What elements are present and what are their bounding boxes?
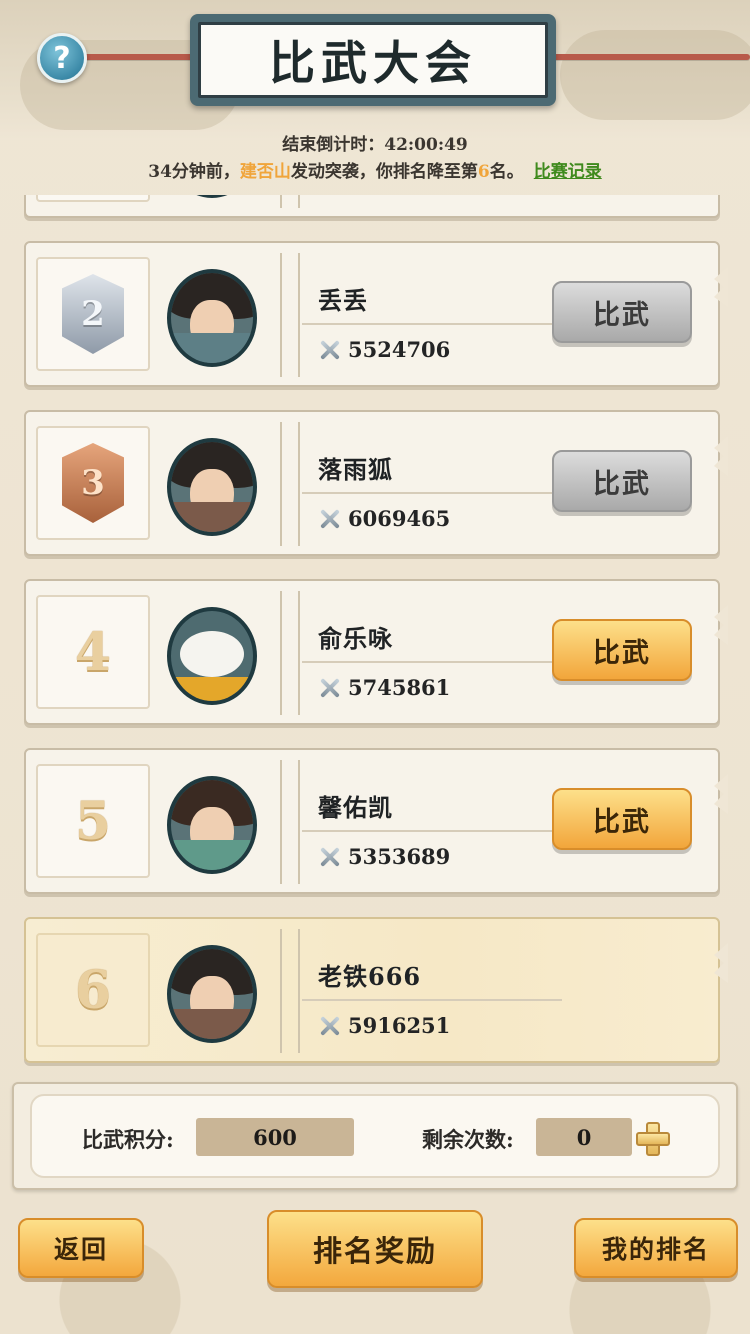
torn-edge-decoration: [714, 436, 728, 476]
divider: [302, 830, 562, 832]
divider: [302, 323, 562, 325]
my-ranking-row: 6 老铁666 5916251: [24, 917, 728, 1063]
news-rank: 6: [477, 162, 490, 182]
torn-edge-decoration: [714, 605, 728, 645]
add-attempts-icon[interactable]: [636, 1122, 670, 1156]
ranking-rewards-button[interactable]: 排名奖励: [267, 1210, 483, 1288]
rank-number: 6: [74, 959, 112, 1021]
news-ticker: 34分钟前，建否山发动突袭，你排名降至第6名。 比赛记录: [0, 157, 750, 182]
news-middle: 发动突袭，你排名降至第: [290, 162, 478, 182]
bronze-medal-icon: 3: [62, 443, 124, 523]
crossed-swords-icon: [318, 846, 342, 868]
player-name: 俞乐咏: [318, 624, 393, 653]
rank-badge: 5: [36, 764, 150, 878]
avatar[interactable]: [167, 607, 257, 705]
player-name: 丢丢: [318, 286, 368, 315]
match-record-link[interactable]: 比赛记录: [534, 162, 602, 182]
rank-badge: 6: [36, 933, 150, 1047]
divider: [302, 661, 562, 663]
ranking-row: 4 俞乐咏 5745861 比武: [24, 579, 728, 725]
rank-number: 5: [74, 790, 112, 852]
combat-power: 6069465: [318, 506, 450, 531]
ranking-row: 3 落雨狐 6069465 比武: [24, 410, 728, 556]
crossed-swords-icon: [318, 1015, 342, 1037]
cloud-decoration: [560, 30, 750, 120]
torn-edge-decoration: [714, 943, 728, 983]
challenge-button[interactable]: 比武: [552, 281, 692, 343]
avatar[interactable]: [167, 945, 257, 1043]
score-panel-inner: 比武积分: 600 剩余次数: 0: [30, 1094, 720, 1178]
rank-badge: 1: [36, 195, 150, 202]
rank-badge: 3: [36, 426, 150, 540]
torn-edge-decoration: [714, 774, 728, 814]
rank-number: 4: [74, 621, 112, 683]
challenge-button[interactable]: 比武: [552, 450, 692, 512]
player-name: 老铁666: [318, 962, 422, 991]
challenge-button[interactable]: 比武: [552, 788, 692, 850]
player-name: 馨佑凯: [318, 793, 393, 822]
crossed-swords-icon: [318, 677, 342, 699]
ranking-row: 2 丢丢 5524706 比武: [24, 241, 728, 387]
countdown-timer: 结束倒计时：42:00:49: [282, 135, 468, 155]
rank-badge: 4: [36, 595, 150, 709]
combat-power: 5353689: [318, 844, 450, 869]
title-frame: 比武大会: [198, 22, 548, 98]
rank-badge: 2: [36, 257, 150, 371]
challenge-button[interactable]: 比武: [552, 619, 692, 681]
page-title: 比武大会: [269, 36, 477, 90]
combat-power: 5524706: [318, 337, 450, 362]
combat-power: 5745861: [318, 675, 450, 700]
avatar[interactable]: [167, 269, 257, 367]
title-plate: 比武大会: [190, 14, 556, 106]
back-button[interactable]: 返回: [18, 1218, 144, 1278]
ranking-row: 1 5792451 比武: [24, 195, 720, 218]
divider: [302, 999, 562, 1001]
player-name: 落雨狐: [318, 455, 393, 484]
news-attacker: 建否山: [239, 162, 291, 182]
news-prefix: 34分钟前，: [148, 162, 240, 182]
avatar[interactable]: [167, 195, 257, 198]
my-ranking-button[interactable]: 我的排名: [574, 1218, 738, 1278]
score-panel: 比武积分: 600 剩余次数: 0: [12, 1082, 738, 1190]
remaining-attempts-value: 0: [536, 1118, 632, 1156]
points-label: 比武积分:: [82, 1127, 174, 1152]
silver-medal-icon: 2: [62, 274, 124, 354]
combat-power: 5916251: [318, 1013, 450, 1038]
player-info: 老铁666 5916251: [280, 929, 714, 1053]
avatar[interactable]: [167, 776, 257, 874]
points-value: 600: [196, 1118, 354, 1156]
remaining-attempts-label: 剩余次数:: [422, 1127, 514, 1152]
ranking-list[interactable]: 1 5792451 比武 2 丢丢 5524706 比武: [0, 195, 750, 1075]
rope-decoration: [546, 54, 750, 60]
torn-edge-decoration: [714, 267, 728, 307]
player-info: 5792451: [280, 195, 714, 208]
news-suffix: 名。: [489, 162, 524, 182]
crossed-swords-icon: [318, 339, 342, 361]
avatar[interactable]: [167, 438, 257, 536]
divider: [302, 492, 562, 494]
crossed-swords-icon: [318, 508, 342, 530]
help-icon[interactable]: ?: [37, 33, 87, 83]
ranking-row: 5 馨佑凯 5353689 比武: [24, 748, 728, 894]
